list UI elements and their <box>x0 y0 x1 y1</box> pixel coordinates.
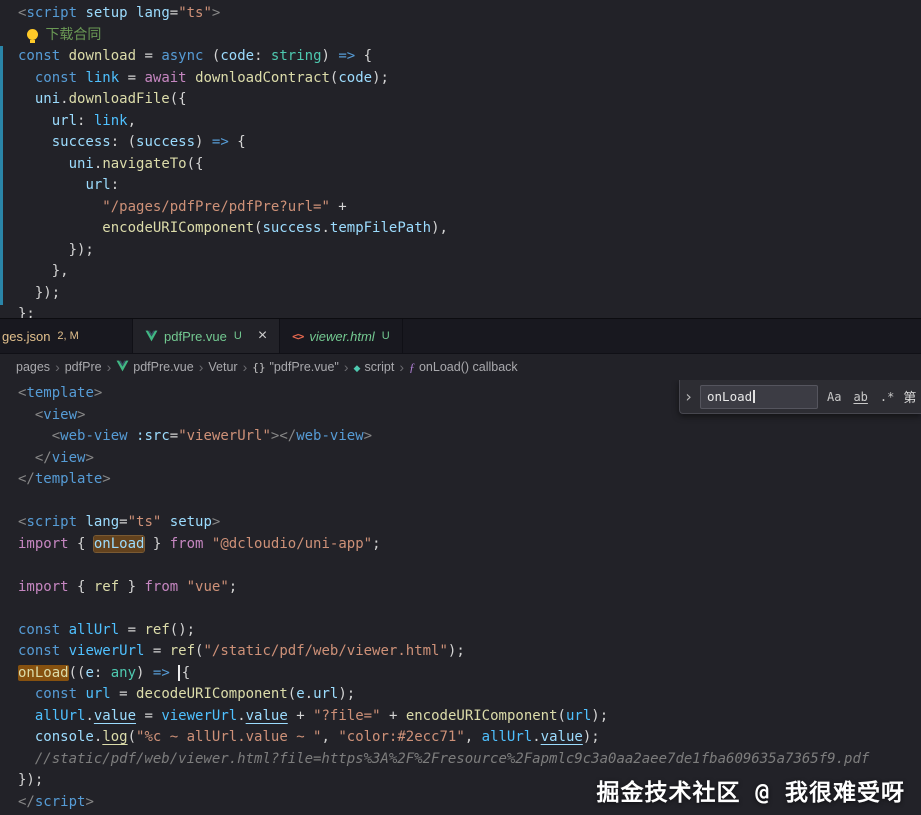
find-input[interactable]: onLoad <box>700 385 818 409</box>
vscode-editor-window: <script setup lang="ts"> 下载合同const downl… <box>0 0 921 815</box>
editor-tab-bar: ges.json 2, M pdfPre.vue U × <> viewer.html U <box>0 318 921 354</box>
find-match-highlight: onLoad <box>18 665 69 681</box>
code-line: onLoad((e: any) => { <box>18 663 921 685</box>
code-line: const link = await downloadContract(code… <box>18 68 921 90</box>
find-widget: › onLoad Aa ab .* 第 <box>679 380 921 414</box>
code-line: </template> <box>18 469 921 491</box>
breadcrumb-item[interactable]: ƒ onLoad() callback <box>409 360 518 375</box>
breadcrumb-label: pdfPre <box>65 360 102 374</box>
code-line: "/pages/pdfPre/pdfPre?url=" + <box>18 197 921 219</box>
vue-file-icon <box>145 330 158 342</box>
code-line: }; <box>18 304 921 318</box>
breadcrumb-label: pages <box>16 360 50 374</box>
tab-badge: U <box>234 330 242 342</box>
breadcrumb-bar: pages › pdfPre › pdfPre.vue › Vetur › {} "pdfPre.… <box>0 354 921 380</box>
code-line <box>18 491 921 513</box>
code-line <box>18 555 921 577</box>
watermark-text: 掘金技术社区 @ 我很难受呀 <box>596 773 905 807</box>
code-line: success: (success) => { <box>18 132 921 154</box>
text-cursor <box>178 665 180 681</box>
code-line: import { ref } from "vue"; <box>18 577 921 599</box>
bottom-editor-pane[interactable]: <template> <view> <web-view :src="viewer… <box>0 380 921 815</box>
code-line: uni.navigateTo({ <box>18 154 921 176</box>
html-file-icon: <> <box>292 330 303 343</box>
code-line: import { onLoad } from "@dcloudio/uni-ap… <box>18 534 921 556</box>
breadcrumb-label: onLoad() callback <box>419 360 518 374</box>
breadcrumb-item[interactable]: Vetur <box>208 360 237 374</box>
vue-icon <box>116 360 129 375</box>
braces-icon: {} <box>252 360 265 374</box>
breadcrumb-label: "pdfPre.vue" <box>270 360 339 374</box>
code-line: <script setup lang="ts"> <box>18 3 921 25</box>
top-editor-pane[interactable]: <script setup lang="ts"> 下载合同const downl… <box>0 0 921 318</box>
code-line: encodeURIComponent(success.tempFilePath)… <box>18 218 921 240</box>
toggle-replace-chevron-icon[interactable]: › <box>683 387 694 406</box>
find-results-count: 第 <box>903 387 916 406</box>
breadcrumb-item[interactable]: pages <box>16 360 50 374</box>
lightbulb-icon[interactable] <box>27 29 38 40</box>
code-line: <script lang="ts" setup> <box>18 512 921 534</box>
code-line: const download = async (code: string) =>… <box>18 46 921 68</box>
code-line: <web-view :src="viewerUrl"></web-view> <box>18 426 921 448</box>
breadcrumb-item[interactable]: pdfPre.vue <box>116 360 193 375</box>
tab-ges.json[interactable]: ges.json 2, M <box>0 319 133 353</box>
find-match-highlight: onLoad <box>94 536 145 552</box>
code-line: }, <box>18 261 921 283</box>
code-line: const allUrl = ref(); <box>18 620 921 642</box>
code-line: console.log("%c ~ allUrl.value ~ ", "col… <box>18 727 921 749</box>
whole-word-button[interactable]: ab <box>850 388 870 406</box>
breadcrumb-separator: › <box>199 359 204 375</box>
code-line: </view> <box>18 448 921 470</box>
code-line: allUrl.value = viewerUrl.value + "?file=… <box>18 706 921 728</box>
breadcrumb-separator: › <box>107 359 112 375</box>
find-query-text: onLoad <box>707 389 752 404</box>
tab-label: viewer.html <box>309 329 374 344</box>
tab-label: ges.json <box>2 329 50 344</box>
tab-badge: U <box>382 330 390 342</box>
text-caret <box>753 390 755 403</box>
breadcrumb-label: pdfPre.vue <box>133 360 193 374</box>
breadcrumb-item[interactable]: pdfPre <box>65 360 102 374</box>
breadcrumb-separator: › <box>344 359 349 375</box>
breadcrumb-item[interactable]: ◆script <box>354 360 395 374</box>
top-code-area: <script setup lang="ts"> 下载合同const downl… <box>0 0 921 318</box>
breadcrumb-label: Vetur <box>208 360 237 374</box>
code-line: const url = decodeURIComponent(e.url); <box>18 684 921 706</box>
breadcrumb-separator: › <box>399 359 404 375</box>
breadcrumb-item[interactable]: {} "pdfPre.vue" <box>252 360 339 374</box>
breadcrumb-separator: › <box>243 359 248 375</box>
code-line: uni.downloadFile({ <box>18 89 921 111</box>
breadcrumb-separator: › <box>55 359 60 375</box>
tab-label: pdfPre.vue <box>164 329 227 344</box>
func-icon: ƒ <box>409 360 415 375</box>
code-line: 下载合同 <box>18 25 921 47</box>
code-line <box>18 598 921 620</box>
code-line: }); <box>18 283 921 305</box>
code-line: url: link, <box>18 111 921 133</box>
code-line: }); <box>18 240 921 262</box>
tab-viewer.html[interactable]: <> viewer.html U <box>280 319 402 353</box>
module-icon: ◆ <box>354 360 361 374</box>
tab-badge: 2, M <box>57 330 78 342</box>
breadcrumb-label: script <box>364 360 394 374</box>
regex-button[interactable]: .* <box>877 388 897 406</box>
code-line: url: <box>18 175 921 197</box>
bottom-code-area: <template> <view> <web-view :src="viewer… <box>0 380 921 813</box>
git-gutter-modified-indicator <box>0 46 3 305</box>
code-line: //static/pdf/web/viewer.html?file=https%… <box>18 749 921 771</box>
tab-pdfPre.vue[interactable]: pdfPre.vue U × <box>133 319 280 353</box>
close-tab-icon[interactable]: × <box>258 328 267 344</box>
code-line: const viewerUrl = ref("/static/pdf/web/v… <box>18 641 921 663</box>
match-case-button[interactable]: Aa <box>824 388 844 406</box>
